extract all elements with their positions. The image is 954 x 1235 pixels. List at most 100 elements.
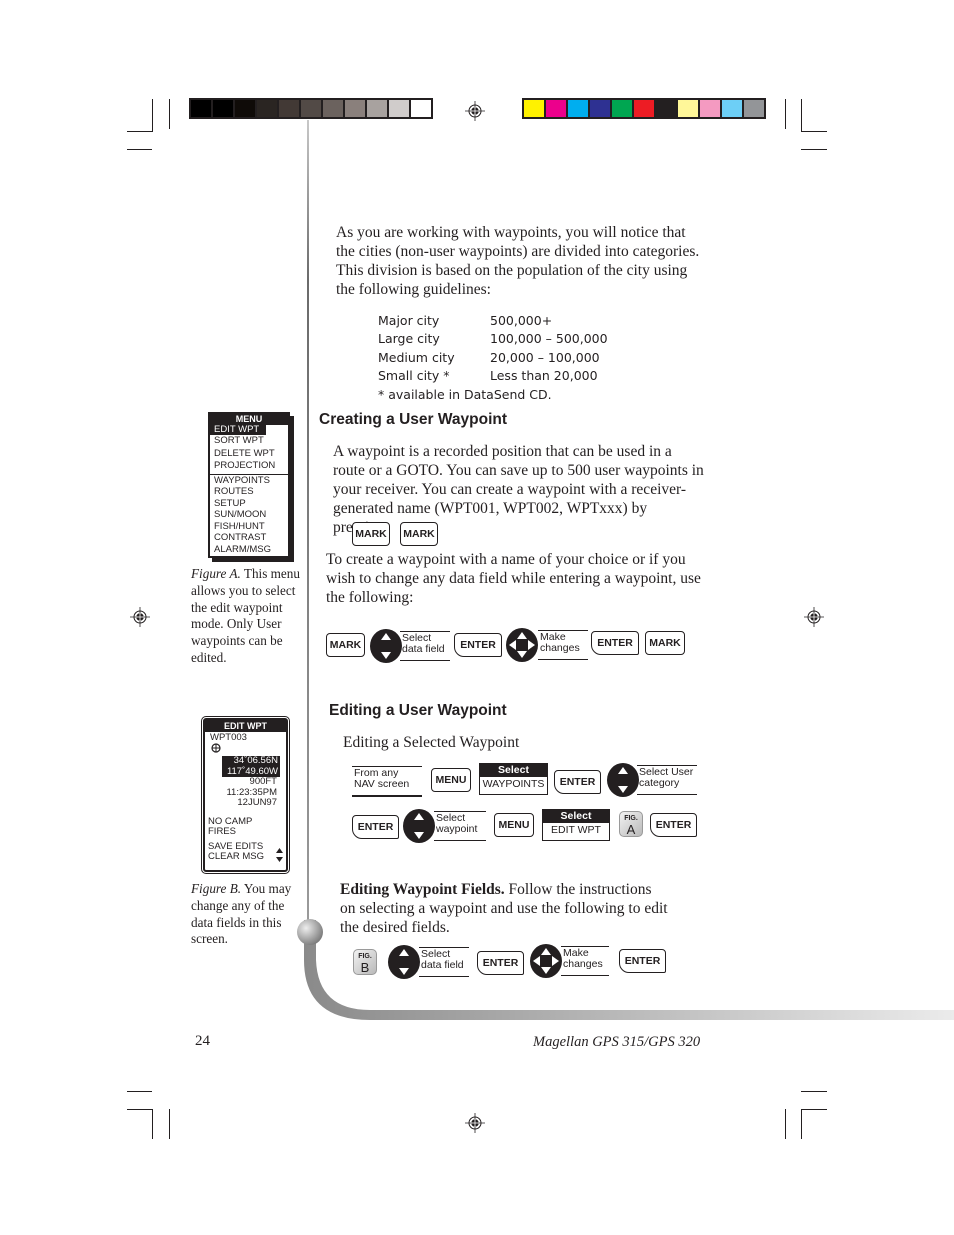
color-swatch bbox=[411, 100, 431, 117]
coordinates-box[interactable]: 34˚06.56N 117˚49.60W bbox=[222, 755, 280, 777]
color-swatch bbox=[301, 100, 321, 117]
crop-mark bbox=[169, 99, 170, 129]
step-label: Select User category bbox=[637, 765, 697, 795]
step-label: Select data field bbox=[419, 947, 469, 977]
page-number: 24 bbox=[195, 1033, 210, 1049]
start-label: From any NAV screen bbox=[352, 766, 422, 796]
fig-letter: A bbox=[626, 822, 636, 837]
menu-item: SORT WPT bbox=[214, 435, 264, 446]
menu-item: DELETE WPT bbox=[214, 447, 275, 459]
step-label-line: data field bbox=[421, 959, 464, 971]
right-arrow-icon bbox=[552, 956, 559, 966]
enter-key[interactable]: ENTER bbox=[650, 813, 697, 837]
up-down-arrow-pad-icon[interactable] bbox=[370, 629, 402, 663]
mark-key[interactable]: MARK bbox=[326, 633, 365, 657]
step-label: Select waypoint bbox=[434, 811, 486, 841]
four-way-arrow-pad-icon[interactable] bbox=[506, 628, 538, 662]
color-swatch bbox=[345, 100, 365, 117]
guideline-row: Small city * Less than 20,000 bbox=[378, 367, 608, 385]
select-waypoints-box[interactable]: Select WAYPOINTS bbox=[479, 763, 548, 795]
menu-key[interactable]: MENU bbox=[494, 813, 534, 837]
up-down-arrow-pad-icon[interactable] bbox=[388, 945, 420, 979]
message-field[interactable]: NO CAMP FIRES bbox=[205, 816, 286, 838]
book-title: Magellan GPS 315/GPS 320 bbox=[533, 1034, 701, 1050]
guideline-row: Large city 100,000 – 500,000 bbox=[378, 330, 608, 348]
menu-item: ROUTES bbox=[214, 486, 254, 498]
select-header: Select bbox=[543, 810, 609, 823]
footnote-text: * available in DataSend CD. bbox=[378, 387, 552, 403]
color-swatch bbox=[213, 100, 233, 117]
select-header: Select bbox=[480, 764, 547, 777]
up-arrow-icon bbox=[381, 633, 391, 640]
registration-mark-icon bbox=[465, 1113, 485, 1133]
up-arrow-icon bbox=[517, 632, 527, 639]
start-label-underline bbox=[352, 795, 422, 797]
menu-item: PROJECTION bbox=[214, 460, 276, 471]
color-swatch bbox=[191, 100, 211, 117]
figure-a-menu-screen: MENU EDIT WPT SORT WPT DELETE WPT PROJEC… bbox=[208, 412, 290, 558]
population: 100,000 – 500,000 bbox=[490, 331, 608, 347]
paragraph-lead: Editing Waypoint Fields. bbox=[340, 881, 505, 898]
select-edit-wpt-box[interactable]: Select EDIT WPT bbox=[542, 809, 610, 841]
editing-fields-paragraph: Editing Waypoint Fields. Follow the inst… bbox=[340, 880, 670, 937]
color-swatch bbox=[656, 100, 676, 117]
four-way-arrow-pad-icon[interactable] bbox=[530, 944, 562, 978]
down-arrow-icon bbox=[618, 786, 628, 793]
enter-key[interactable]: ENTER bbox=[619, 949, 666, 973]
up-arrow-icon bbox=[541, 948, 551, 955]
waypoint-symbol-icon bbox=[211, 743, 221, 753]
menu-item: WAYPOINTS bbox=[214, 474, 270, 486]
color-swatch bbox=[634, 100, 654, 117]
down-arrow-icon bbox=[517, 651, 527, 658]
guideline-row: Major city 500,000+ bbox=[378, 312, 608, 330]
date[interactable]: 12JUN97 bbox=[205, 797, 277, 809]
figure-a-reference-icon[interactable]: FIG. A bbox=[619, 811, 643, 837]
left-arrow-icon bbox=[533, 956, 540, 966]
up-down-arrow-pad-icon[interactable] bbox=[607, 763, 639, 797]
crop-mark bbox=[127, 131, 152, 132]
step-label: Make changes bbox=[561, 946, 609, 976]
menu-item: SETUP bbox=[214, 497, 246, 509]
crop-mark bbox=[127, 1109, 152, 1110]
creating-heading: Creating a User Waypoint bbox=[319, 411, 508, 428]
enter-key[interactable]: ENTER bbox=[352, 815, 399, 839]
step-label-line: changes bbox=[563, 958, 603, 970]
up-arrow-icon bbox=[399, 949, 409, 956]
select-value: EDIT WPT bbox=[551, 824, 601, 836]
color-swatch bbox=[546, 100, 566, 117]
step-label-line: category bbox=[639, 777, 680, 789]
enter-key[interactable]: ENTER bbox=[591, 631, 639, 655]
altitude[interactable]: 900FT bbox=[205, 776, 277, 788]
mark-key[interactable]: MARK bbox=[352, 522, 390, 546]
menu-item: FISH/HUNT bbox=[214, 520, 265, 532]
menu-item: SUN/MOON bbox=[214, 509, 267, 521]
creating-paragraph-2: To create a waypoint with a name of your… bbox=[326, 551, 701, 606]
color-swatch bbox=[257, 100, 277, 117]
menu-key[interactable]: MENU bbox=[431, 768, 471, 792]
crop-mark bbox=[169, 1109, 170, 1139]
registration-mark-icon bbox=[130, 607, 150, 627]
enter-key[interactable]: ENTER bbox=[477, 951, 524, 975]
select-value: WAYPOINTS bbox=[482, 778, 545, 790]
down-arrow-icon bbox=[541, 967, 551, 974]
figure-b-caption: Figure B. You may change any of the data… bbox=[191, 881, 303, 948]
step-label: Select data field bbox=[400, 631, 450, 661]
left-arrow-icon bbox=[509, 640, 516, 650]
registration-mark-icon bbox=[465, 101, 485, 121]
population: 20,000 – 100,000 bbox=[490, 349, 600, 365]
editing-heading: Editing a User Waypoint bbox=[329, 702, 507, 719]
enter-key[interactable]: ENTER bbox=[454, 633, 502, 657]
crop-mark bbox=[801, 1109, 802, 1139]
clear-msg-option[interactable]: CLEAR MSG bbox=[208, 851, 286, 863]
mark-key[interactable]: MARK bbox=[645, 631, 685, 655]
up-down-arrow-pad-icon[interactable] bbox=[403, 809, 435, 843]
mark-key[interactable]: MARK bbox=[400, 522, 438, 546]
fig-letter: B bbox=[360, 960, 370, 975]
crop-mark bbox=[127, 149, 152, 150]
color-swatch bbox=[700, 100, 720, 117]
scroll-arrows-icon[interactable] bbox=[276, 847, 283, 862]
intro-paragraph: As you are working with waypoints, you w… bbox=[336, 224, 700, 298]
figure-b-reference-icon[interactable]: FIG. B bbox=[353, 949, 377, 975]
color-bar bbox=[522, 98, 766, 119]
enter-key[interactable]: ENTER bbox=[554, 770, 601, 794]
